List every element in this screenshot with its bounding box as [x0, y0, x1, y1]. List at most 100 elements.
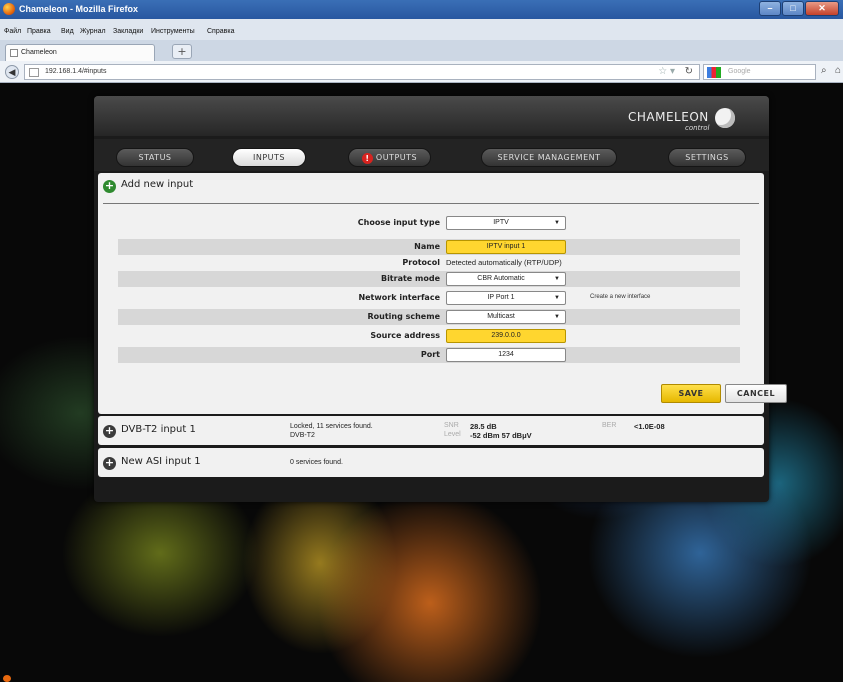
- chameleon-panel: CHAMELEON control STATUS INPUTS ! OUTPUTS…: [94, 96, 787, 502]
- browser-tab-strip: Chameleon +: [0, 40, 843, 61]
- menu-help[interactable]: Справка: [207, 28, 234, 35]
- logo-word: CHAMELEON: [628, 110, 709, 124]
- routing-scheme-select[interactable]: Multicast ▼: [446, 310, 566, 324]
- menu-bookmarks[interactable]: Закладки: [113, 28, 143, 35]
- bitrate-mode-label: Bitrate mode: [380, 274, 440, 283]
- port-label: Port: [420, 350, 440, 359]
- site-identity-icon[interactable]: [29, 68, 39, 77]
- url-text[interactable]: 192.168.1.4/#inputs: [45, 68, 107, 75]
- name-field[interactable]: IPTV input 1: [446, 240, 566, 254]
- row-name: Name IPTV input 1: [118, 239, 740, 255]
- row-protocol: Protocol Detected automatically (RTP/UDP…: [118, 255, 740, 271]
- page-background: CHAMELEON control STATUS INPUTS ! OUTPUTS…: [0, 83, 843, 682]
- input-status: Locked, 11 services found. DVB-T2: [290, 423, 373, 439]
- tab-settings[interactable]: SETTINGS: [668, 148, 746, 167]
- browser-tab[interactable]: Chameleon: [5, 44, 155, 61]
- add-input-header[interactable]: + Add new input: [103, 179, 193, 193]
- network-interface-label: Network interface: [358, 293, 440, 302]
- source-address-field[interactable]: 239.0.0.0: [446, 329, 566, 343]
- status-indicator-icon: [3, 675, 11, 682]
- ber-label: BER: [602, 422, 617, 429]
- protocol-label: Protocol: [402, 258, 440, 267]
- row-network-interface: Network interface IP Port 1 ▼ Create a n…: [118, 290, 740, 306]
- chevron-down-icon: ▼: [554, 220, 560, 226]
- logo-tagline: control: [685, 124, 710, 132]
- level-label: Level: [444, 431, 461, 438]
- reload-icon[interactable]: ↻: [685, 66, 693, 77]
- protocol-value: Detected automatically (RTP/UDP): [446, 258, 562, 267]
- window-controls: – □ ✕: [758, 1, 839, 17]
- browser-tab-title: Chameleon: [21, 49, 57, 56]
- firefox-icon: [3, 3, 15, 15]
- chevron-down-icon: ▼: [554, 295, 560, 301]
- input-card-dvb-t2[interactable]: + DVB-T2 input 1 Locked, 11 services foun…: [98, 416, 764, 445]
- input-name: + DVB-T2 input 1: [103, 424, 196, 438]
- menu-tools[interactable]: Инструменты: [151, 28, 195, 35]
- cancel-button[interactable]: CANCEL: [725, 384, 787, 403]
- row-bitrate-mode: Bitrate mode CBR Automatic ▼: [118, 271, 740, 287]
- chevron-down-icon: ▼: [554, 276, 560, 282]
- tab-inputs[interactable]: INPUTS: [232, 148, 306, 167]
- menu-edit[interactable]: Правка: [27, 28, 51, 35]
- menu-bar: Файл Правка Вид Журнал Закладки Инструме…: [0, 19, 843, 40]
- home-icon[interactable]: ⌂: [835, 65, 841, 76]
- row-routing-scheme: Routing scheme Multicast ▼: [118, 309, 740, 325]
- tab-inputs-label: INPUTS: [253, 153, 285, 162]
- create-interface-link[interactable]: Create a new interface: [590, 294, 650, 300]
- add-input-title: Add new input: [121, 179, 194, 190]
- tab-settings-label: SETTINGS: [685, 153, 729, 162]
- bookmark-star-icon[interactable]: ☆ ▾: [658, 66, 675, 77]
- tab-status-label: STATUS: [138, 153, 172, 162]
- tab-service-management-label: SERVICE MANAGEMENT: [497, 153, 601, 162]
- close-window-button[interactable]: ✕: [805, 1, 839, 16]
- search-engine-icon[interactable]: [707, 67, 721, 78]
- tab-service-management[interactable]: SERVICE MANAGEMENT: [481, 148, 617, 167]
- snr-value: 28.5 dB: [470, 422, 497, 431]
- alert-icon: !: [361, 153, 373, 164]
- name-label: Name: [414, 242, 440, 251]
- input-type-select[interactable]: IPTV ▼: [446, 216, 566, 230]
- minimize-button[interactable]: –: [759, 1, 781, 16]
- menu-history[interactable]: Журнал: [80, 28, 106, 35]
- expand-plus-icon: +: [103, 456, 116, 470]
- back-arrow-icon[interactable]: ◀: [5, 65, 19, 79]
- menu-view[interactable]: Вид: [61, 28, 74, 35]
- expand-plus-icon: +: [103, 424, 116, 438]
- level-value: -52 dBm 57 dBμV: [470, 431, 532, 440]
- port-field[interactable]: 1234: [446, 348, 566, 362]
- menu-file[interactable]: Файл: [4, 28, 21, 35]
- page-favicon-icon: [10, 49, 18, 57]
- search-placeholder: Google: [728, 68, 751, 75]
- url-bar[interactable]: 192.168.1.4/#inputs ☆ ▾ ↻: [24, 64, 700, 80]
- add-input-card: + Add new input Choose input type IPTV ▼ …: [98, 173, 764, 414]
- bitrate-mode-select[interactable]: CBR Automatic ▼: [446, 272, 566, 286]
- row-source-address: Source address 239.0.0.0: [118, 328, 740, 344]
- app-header: CHAMELEON control: [94, 96, 769, 136]
- network-interface-select[interactable]: IP Port 1 ▼: [446, 291, 566, 305]
- maximize-button[interactable]: □: [782, 1, 804, 16]
- section-divider: [103, 203, 759, 204]
- add-plus-icon: +: [103, 179, 116, 193]
- snr-label: SNR: [444, 422, 459, 429]
- search-box[interactable]: Google: [703, 64, 816, 80]
- input-name: + New ASI input 1: [103, 456, 201, 470]
- input-type-label: Choose input type: [357, 218, 440, 227]
- window-titlebar: Chameleon - Mozilla Firefox – □ ✕: [0, 0, 843, 19]
- search-icon[interactable]: ⌕: [821, 65, 827, 76]
- input-status: 0 services found.: [290, 459, 343, 466]
- window-title: Chameleon - Mozilla Firefox: [19, 4, 139, 14]
- tab-outputs-label: OUTPUTS: [375, 153, 418, 162]
- routing-scheme-label: Routing scheme: [367, 312, 440, 321]
- input-card-asi[interactable]: + New ASI input 1 0 services found.: [98, 448, 764, 477]
- save-button[interactable]: SAVE: [661, 384, 721, 403]
- tab-status[interactable]: STATUS: [116, 148, 194, 167]
- new-tab-button[interactable]: +: [172, 44, 192, 59]
- chevron-down-icon: ▼: [554, 314, 560, 320]
- ber-value: <1.0E-08: [634, 422, 665, 431]
- row-port: Port 1234: [118, 347, 740, 363]
- tab-outputs[interactable]: ! OUTPUTS: [348, 148, 431, 167]
- navigation-toolbar: ◀ 192.168.1.4/#inputs ☆ ▾ ↻ Google ⌕ ⌂: [0, 61, 843, 83]
- row-input-type: Choose input type IPTV ▼: [118, 215, 740, 231]
- main-tab-bar: STATUS INPUTS ! OUTPUTS SERVICE MANAGEMEN…: [94, 139, 769, 171]
- chameleon-mark-icon: [715, 108, 735, 128]
